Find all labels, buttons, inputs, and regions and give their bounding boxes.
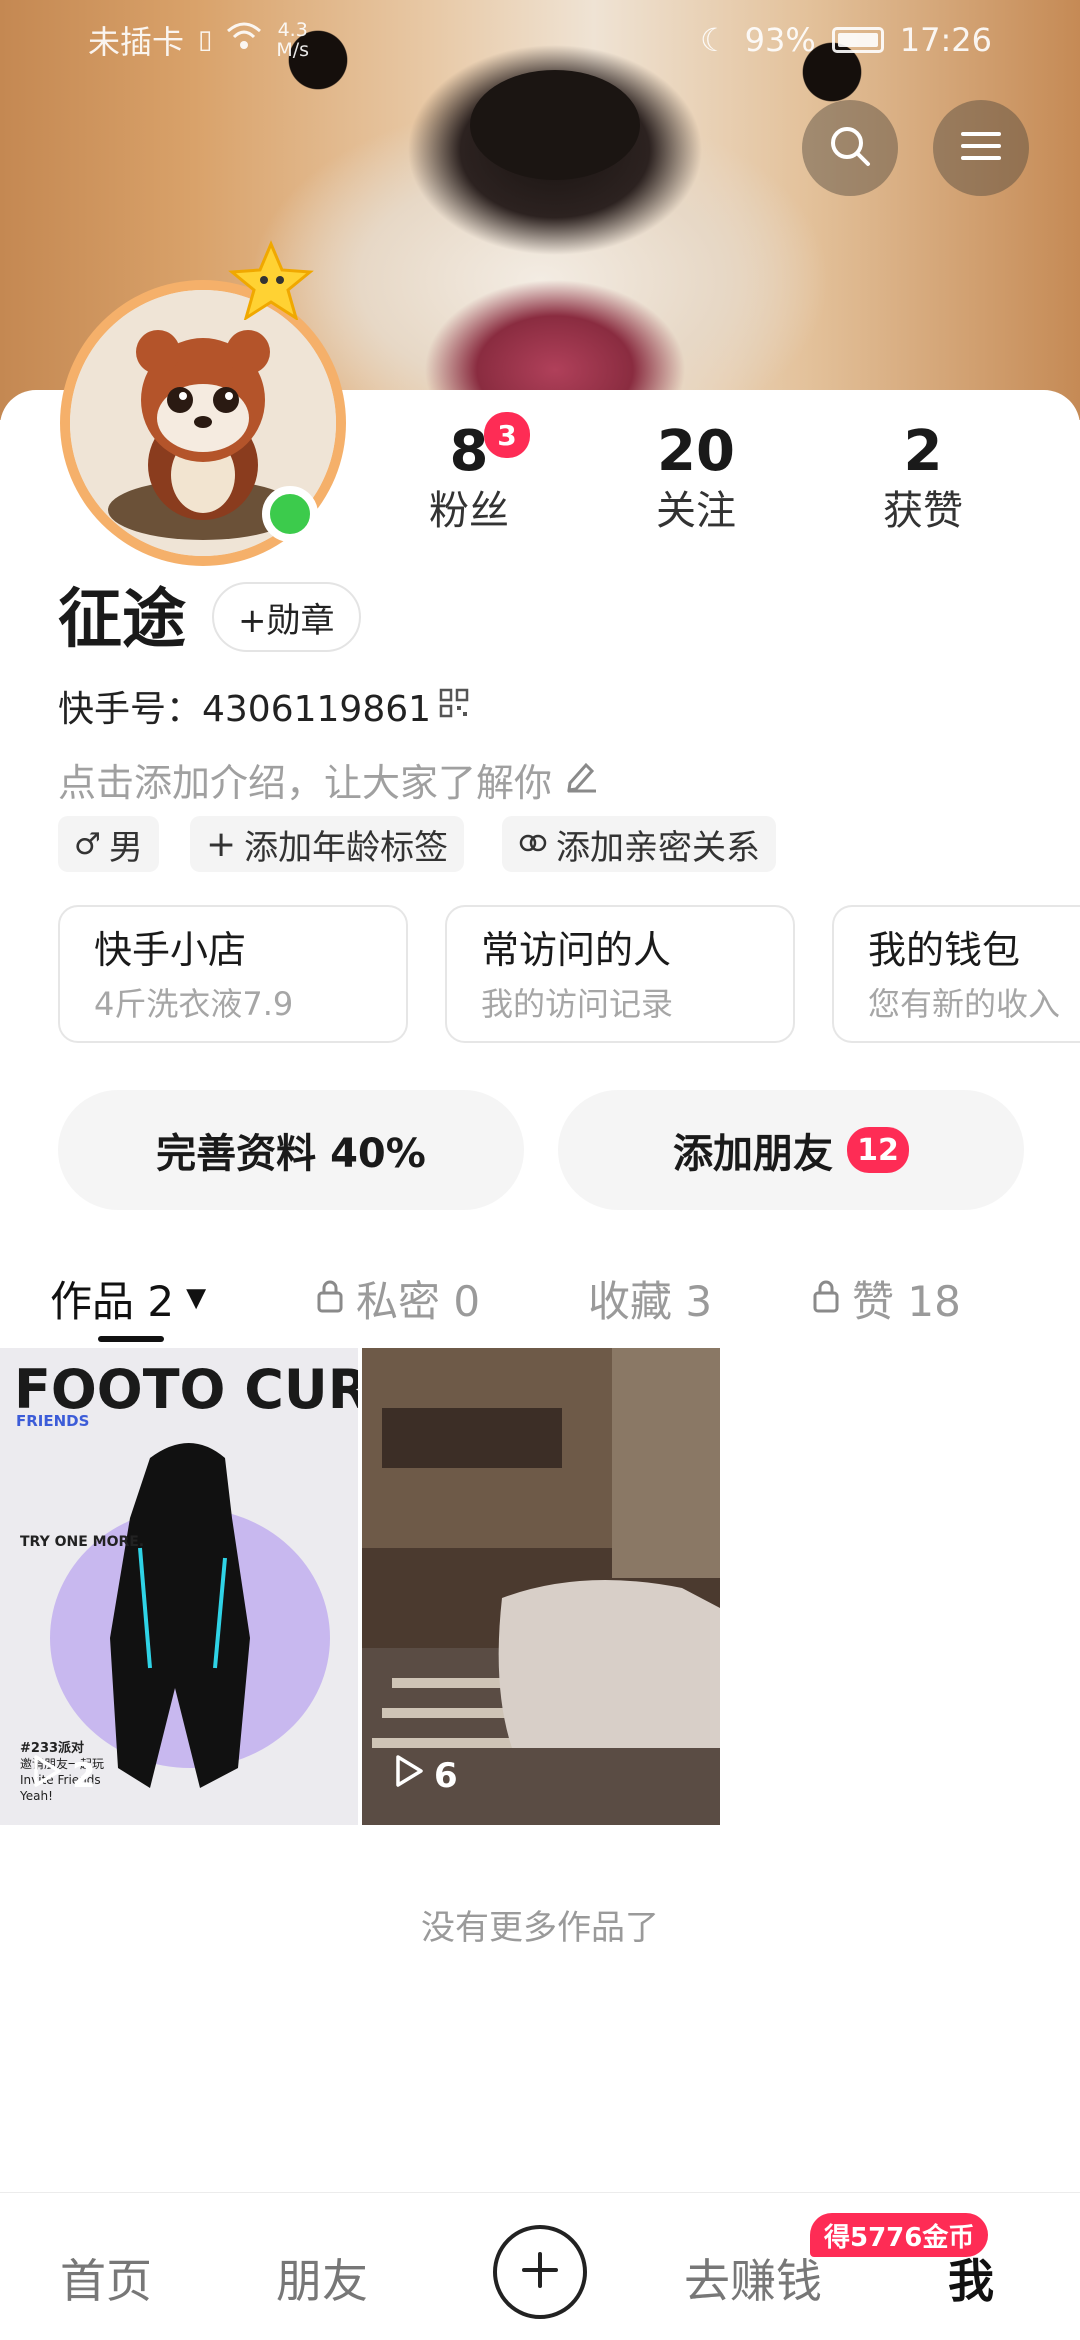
menu-button[interactable] [933,100,1029,196]
bio-field[interactable]: 点击添加介绍，让大家了解你 [58,752,600,807]
add-medal-button[interactable]: +勋章 [212,582,361,652]
add-friends-badge: 12 [847,1127,909,1173]
tab-private[interactable]: 私密 0 [316,1258,480,1338]
online-status-dot [262,486,318,542]
avatar-sticker-icon [226,240,316,322]
bio-placeholder: 点击添加介绍，让大家了解你 [58,761,553,805]
qr-code-icon[interactable] [439,686,469,727]
following-count: 20 [657,419,735,484]
play-icon [32,1754,62,1797]
fans-new-badge: 3 [484,412,530,458]
search-icon [827,123,873,173]
nav-me[interactable]: 我 [948,2245,994,2311]
following-stat[interactable]: 20 关注 [611,420,781,538]
clock: 17:26 [899,21,992,59]
bottom-navigation: 首页 朋友 去赚钱 得5776金币 我 [0,2192,1080,2340]
male-icon: ♂ [74,826,101,862]
add-friends-button[interactable]: 添加朋友 12 [558,1090,1024,1210]
sim-icon: ▯ [198,25,213,55]
gender-tag[interactable]: ♂ 男 [58,816,159,872]
edit-icon [564,757,600,802]
likes-label: 获赞 [883,488,963,534]
play-count: 6 [394,1754,458,1797]
visitors-card[interactable]: 常访问的人 我的访问记录 [445,905,795,1043]
lock-icon [316,1274,344,1323]
network-speed: 4.3 M/s [276,19,310,61]
lock-icon [812,1274,840,1323]
complete-profile-button[interactable]: 完善资料 40% [58,1090,524,1210]
following-label: 关注 [656,488,736,534]
plus-icon [520,2250,560,2294]
nav-earn[interactable]: 去赚钱 [684,2245,822,2311]
carrier-text: 未插卡 [88,23,185,61]
svg-text:FRIENDS: FRIENDS [16,1412,89,1430]
nav-home[interactable]: 首页 [60,2245,152,2311]
nav-friends[interactable]: 朋友 [276,2245,368,2311]
play-count: 2 [32,1754,96,1797]
create-button[interactable] [493,2225,587,2319]
play-icon [394,1754,424,1797]
video-thumbnail[interactable]: FOOTO CURRENTS FRIENDS TRY ONE MORE. #23… [0,1348,358,1825]
caret-down-icon: ▼ [186,1283,207,1313]
add-relationship-tag[interactable]: 添加亲密关系 [502,816,776,872]
moon-icon: ☾ [699,21,729,59]
wallet-card[interactable]: 我的钱包 您有新的收入 [832,905,1080,1043]
profile-name: 征途 [58,583,186,657]
active-tab-indicator [98,1336,164,1342]
tab-works[interactable]: 作品 2 ▼ [50,1258,206,1338]
fans-label: 粉丝 [429,488,509,534]
battery-percent: 93% [744,21,816,59]
likes-count: 2 [903,419,943,484]
plus-icon: + [206,823,237,865]
menu-icon [959,128,1003,168]
cover-detail [470,70,640,180]
user-id-row[interactable]: 快手号：4306119861 [58,680,469,732]
battery-icon [831,27,884,53]
no-more-works-text: 没有更多作品了 [421,1908,659,1948]
tab-favorites[interactable]: 收藏 3 [588,1258,712,1338]
svg-text:TRY ONE MORE.: TRY ONE MORE. [20,1534,144,1550]
tab-liked[interactable]: 赞 18 [812,1258,961,1338]
likes-stat[interactable]: 2 获赞 [838,420,1008,538]
video-thumbnail[interactable]: 6 [362,1348,720,1825]
add-age-tag[interactable]: + 添加年龄标签 [190,816,465,872]
user-id: 快手号：4306119861 [58,689,432,730]
status-bar: 未插卡 ▯ 4.3 M/s ☾ 93% 17:26 [0,0,1080,80]
search-button[interactable] [802,100,898,196]
shop-card[interactable]: 快手小店 4斤洗衣液7.9 [58,905,408,1043]
heart-link-icon [518,824,548,864]
avatar-container[interactable] [56,240,346,566]
wifi-icon [226,21,262,59]
